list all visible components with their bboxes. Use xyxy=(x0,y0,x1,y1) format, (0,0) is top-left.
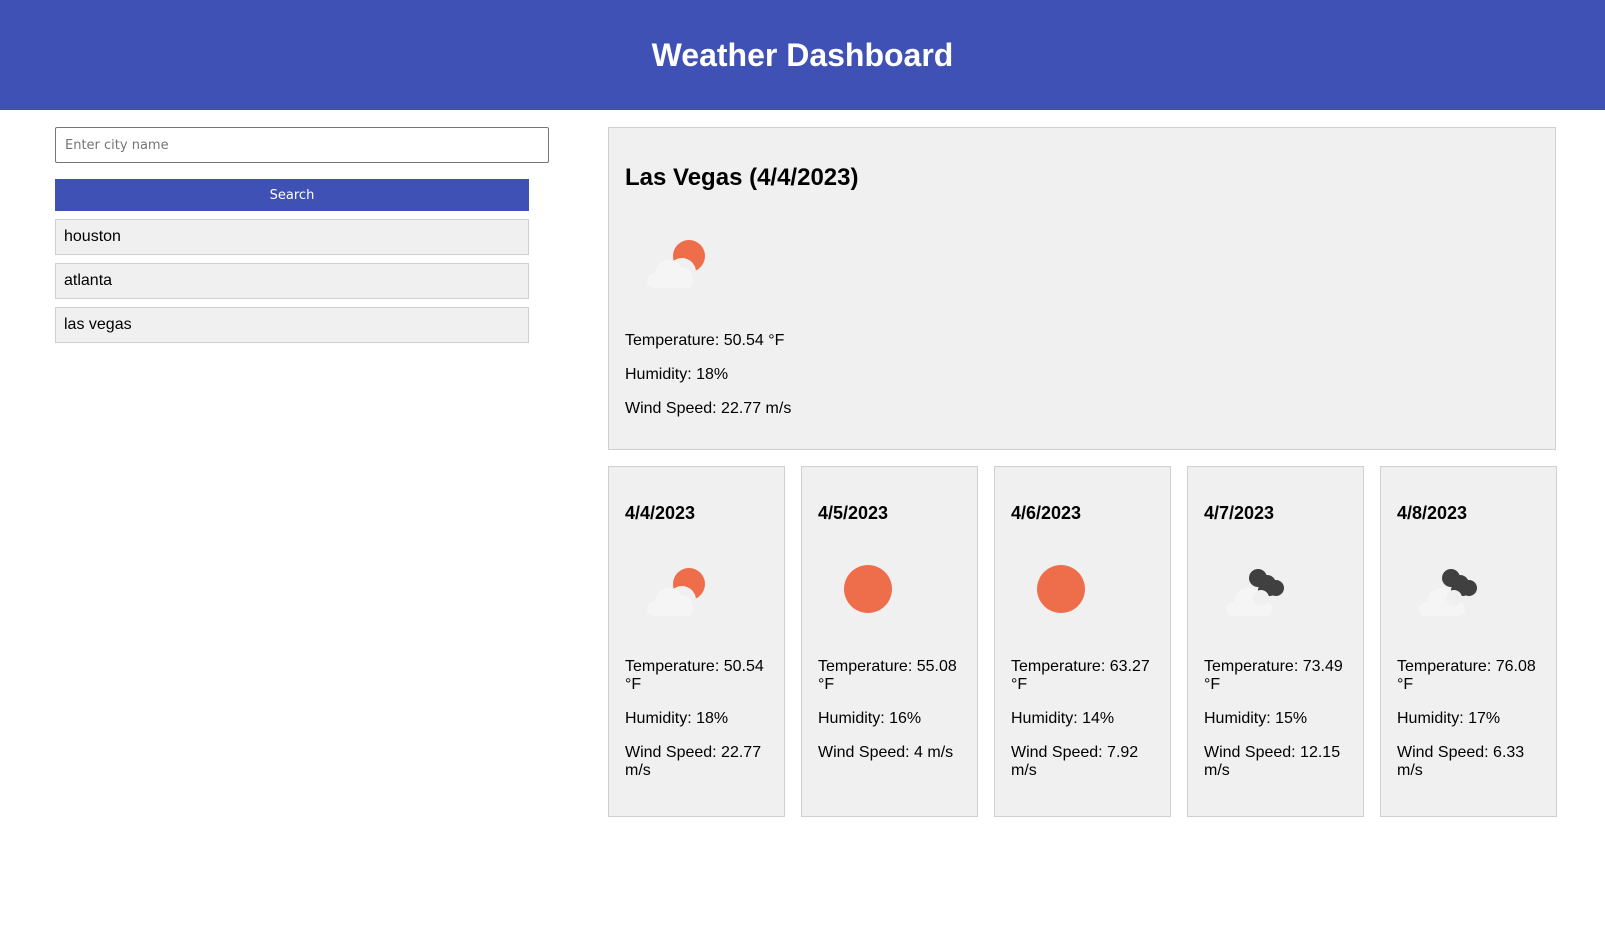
forecast-temperature: Temperature: 55.08 °F xyxy=(818,658,957,693)
forecast-temperature: Temperature: 73.49 °F xyxy=(1204,658,1343,693)
search-input[interactable] xyxy=(55,127,549,163)
forecast-temperature: Temperature: 63.27 °F xyxy=(1011,658,1150,693)
forecast-humidity: Humidity: 17% xyxy=(1397,710,1501,727)
forecast-humidity: Humidity: 18% xyxy=(625,710,729,727)
five-day-forecast: 4/4/2023 Temperature: 50.54 °F Humidity:… xyxy=(608,466,1557,818)
current-weather-title: Las Vegas (4/4/2023) xyxy=(625,164,859,191)
overcast-clouds-icon xyxy=(1226,569,1284,616)
current-humidity: Humidity: 18% xyxy=(625,366,729,383)
forecast-card: 4/4/2023 Temperature: 50.54 °F Humidity:… xyxy=(608,466,785,817)
forecast-card: 4/5/2023 Temperature: 55.08 °F Humidity:… xyxy=(801,466,978,817)
forecast-date: 4/4/2023 xyxy=(625,503,696,523)
forecast-card: 4/6/2023 Temperature: 63.27 °F Humidity:… xyxy=(994,466,1171,817)
forecast-humidity: Humidity: 15% xyxy=(1204,710,1308,727)
current-temperature: Temperature: 50.54 °F xyxy=(625,332,785,349)
overcast-clouds-icon xyxy=(1419,569,1477,616)
current-wind-speed: Wind Speed: 22.77 m/s xyxy=(625,400,792,417)
sidebar: Search houston atlanta las vegas xyxy=(55,127,550,343)
forecast-date: 4/6/2023 xyxy=(1011,503,1082,523)
forecast-wind-speed: Wind Speed: 7.92 m/s xyxy=(1011,744,1139,779)
history-item-houston[interactable]: houston xyxy=(55,219,529,255)
forecast-humidity: Humidity: 16% xyxy=(818,710,922,727)
forecast-date: 4/8/2023 xyxy=(1397,503,1468,523)
history-item-atlanta[interactable]: atlanta xyxy=(55,263,529,299)
forecast-temperature: Temperature: 76.08 °F xyxy=(1397,658,1536,693)
forecast-humidity: Humidity: 14% xyxy=(1011,710,1115,727)
forecast-date: 4/7/2023 xyxy=(1204,503,1275,523)
forecast-wind-speed: Wind Speed: 12.15 m/s xyxy=(1204,744,1341,779)
page-header: Weather Dashboard xyxy=(0,0,1605,110)
broken-clouds-day-icon xyxy=(647,240,705,288)
history-item-las-vegas[interactable]: las vegas xyxy=(55,307,529,343)
clear-sky-icon xyxy=(844,565,892,613)
page-title: Weather Dashboard xyxy=(651,36,954,73)
forecast-card: 4/8/2023 Temperature: 76.08 °F Humidity:… xyxy=(1380,466,1557,817)
forecast-card: 4/7/2023 Temperature: 73.49 °F Humidity:… xyxy=(1187,466,1364,817)
search-button[interactable]: Search xyxy=(55,179,529,211)
clear-sky-icon xyxy=(1037,565,1085,613)
forecast-wind-speed: Wind Speed: 22.77 m/s xyxy=(625,744,762,779)
forecast-temperature: Temperature: 50.54 °F xyxy=(625,658,764,693)
broken-clouds-day-icon xyxy=(647,568,705,616)
current-weather-card: Las Vegas (4/4/2023) Temperature: 50.54 … xyxy=(608,127,1556,450)
forecast-date: 4/5/2023 xyxy=(818,503,889,523)
forecast-wind-speed: Wind Speed: 6.33 m/s xyxy=(1397,744,1525,779)
forecast-wind-speed: Wind Speed: 4 m/s xyxy=(818,744,954,761)
